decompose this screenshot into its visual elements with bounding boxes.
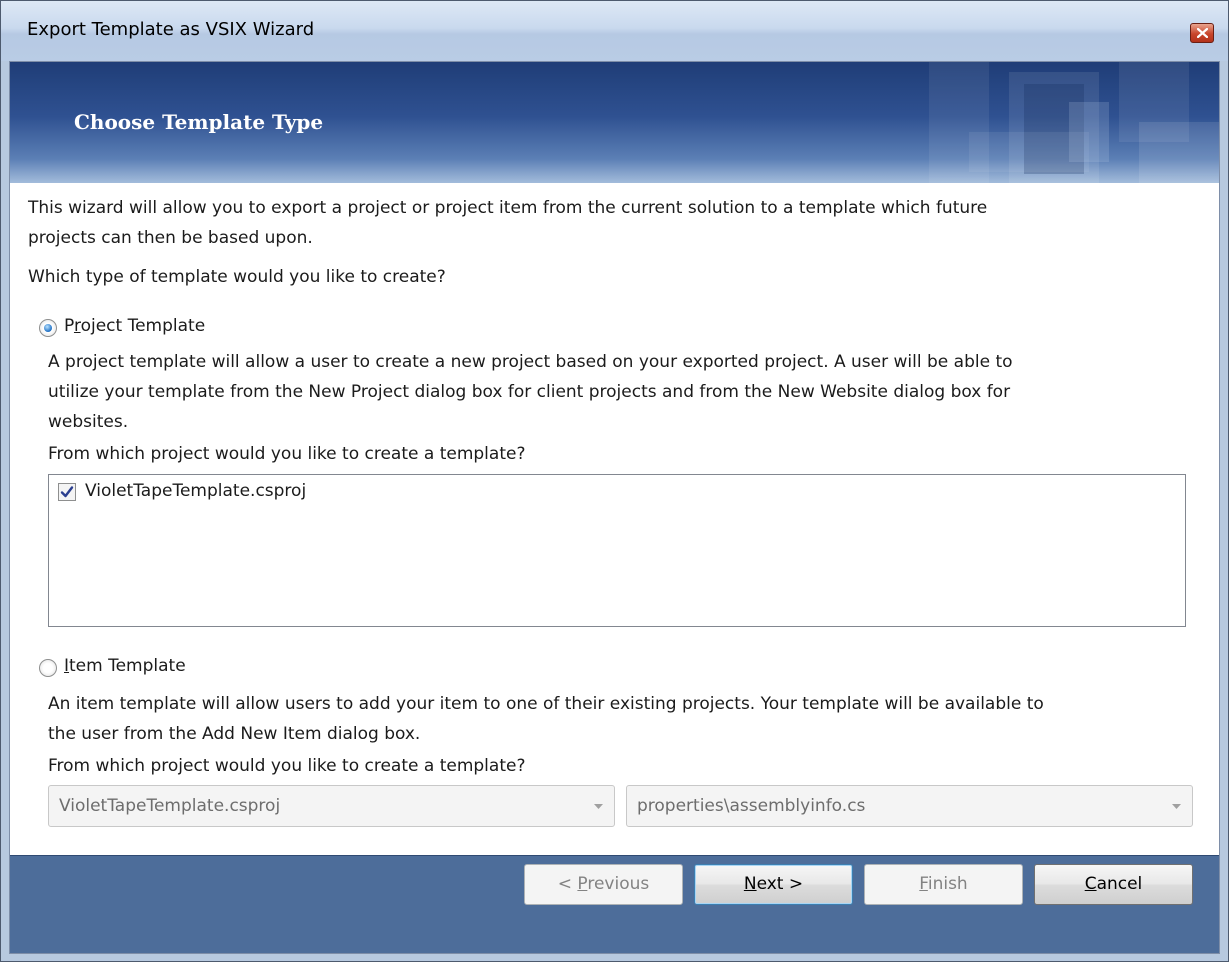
item-template-label[interactable]: Item Template: [64, 656, 186, 676]
item-template-radio[interactable]: [39, 659, 57, 677]
cancel-button[interactable]: Cancel: [1034, 864, 1193, 905]
project-template-description-line-1: A project template will allow a user to …: [48, 352, 1013, 372]
previous-button[interactable]: < Previous: [524, 864, 683, 905]
template-type-question: Which type of template would you like to…: [28, 267, 446, 287]
project-template-description-line-2: utilize your template from the New Proje…: [48, 382, 1011, 402]
project-template-label[interactable]: Project Template: [64, 316, 205, 336]
window-title: Export Template as VSIX Wizard: [27, 19, 315, 40]
item-file-select[interactable]: properties\assemblyinfo.cs: [626, 785, 1193, 827]
item-source-label: From which project would you like to cre…: [48, 756, 526, 776]
checkmark-icon: [60, 486, 74, 498]
item-project-select-value: VioletTapeTemplate.csproj: [59, 796, 281, 816]
project-source-label: From which project would you like to cre…: [48, 444, 526, 464]
project-list-item[interactable]: VioletTapeTemplate.csproj: [85, 481, 306, 501]
item-project-select[interactable]: VioletTapeTemplate.csproj: [48, 785, 615, 827]
chevron-down-icon: [594, 804, 603, 809]
close-icon: [1197, 28, 1208, 38]
title-bar[interactable]: Export Template as VSIX Wizard: [1, 1, 1228, 61]
banner-decoration-graphic: [929, 62, 1219, 183]
finish-button[interactable]: Finish: [864, 864, 1023, 905]
wizard-body: Choose Template Type This wizard will al…: [9, 61, 1220, 954]
intro-text-line-2: projects can then be based upon.: [28, 228, 313, 248]
page-title: Choose Template Type: [74, 110, 324, 134]
project-checkbox[interactable]: [58, 483, 76, 501]
next-button[interactable]: Next >: [694, 864, 853, 905]
close-button[interactable]: [1190, 23, 1214, 43]
header-banner: Choose Template Type: [10, 62, 1219, 183]
wizard-window: Export Template as VSIX Wizard Choose Te…: [0, 0, 1229, 962]
item-template-description-line-1: An item template will allow users to add…: [48, 694, 1044, 714]
project-listbox[interactable]: VioletTapeTemplate.csproj: [48, 474, 1186, 627]
intro-text-line-1: This wizard will allow you to export a p…: [28, 198, 988, 218]
item-template-description-line-2: the user from the Add New Item dialog bo…: [48, 724, 421, 744]
project-template-description-line-3: websites.: [48, 412, 129, 432]
chevron-down-icon: [1172, 804, 1181, 809]
project-template-radio[interactable]: [39, 319, 57, 337]
item-file-select-value: properties\assemblyinfo.cs: [637, 796, 866, 816]
